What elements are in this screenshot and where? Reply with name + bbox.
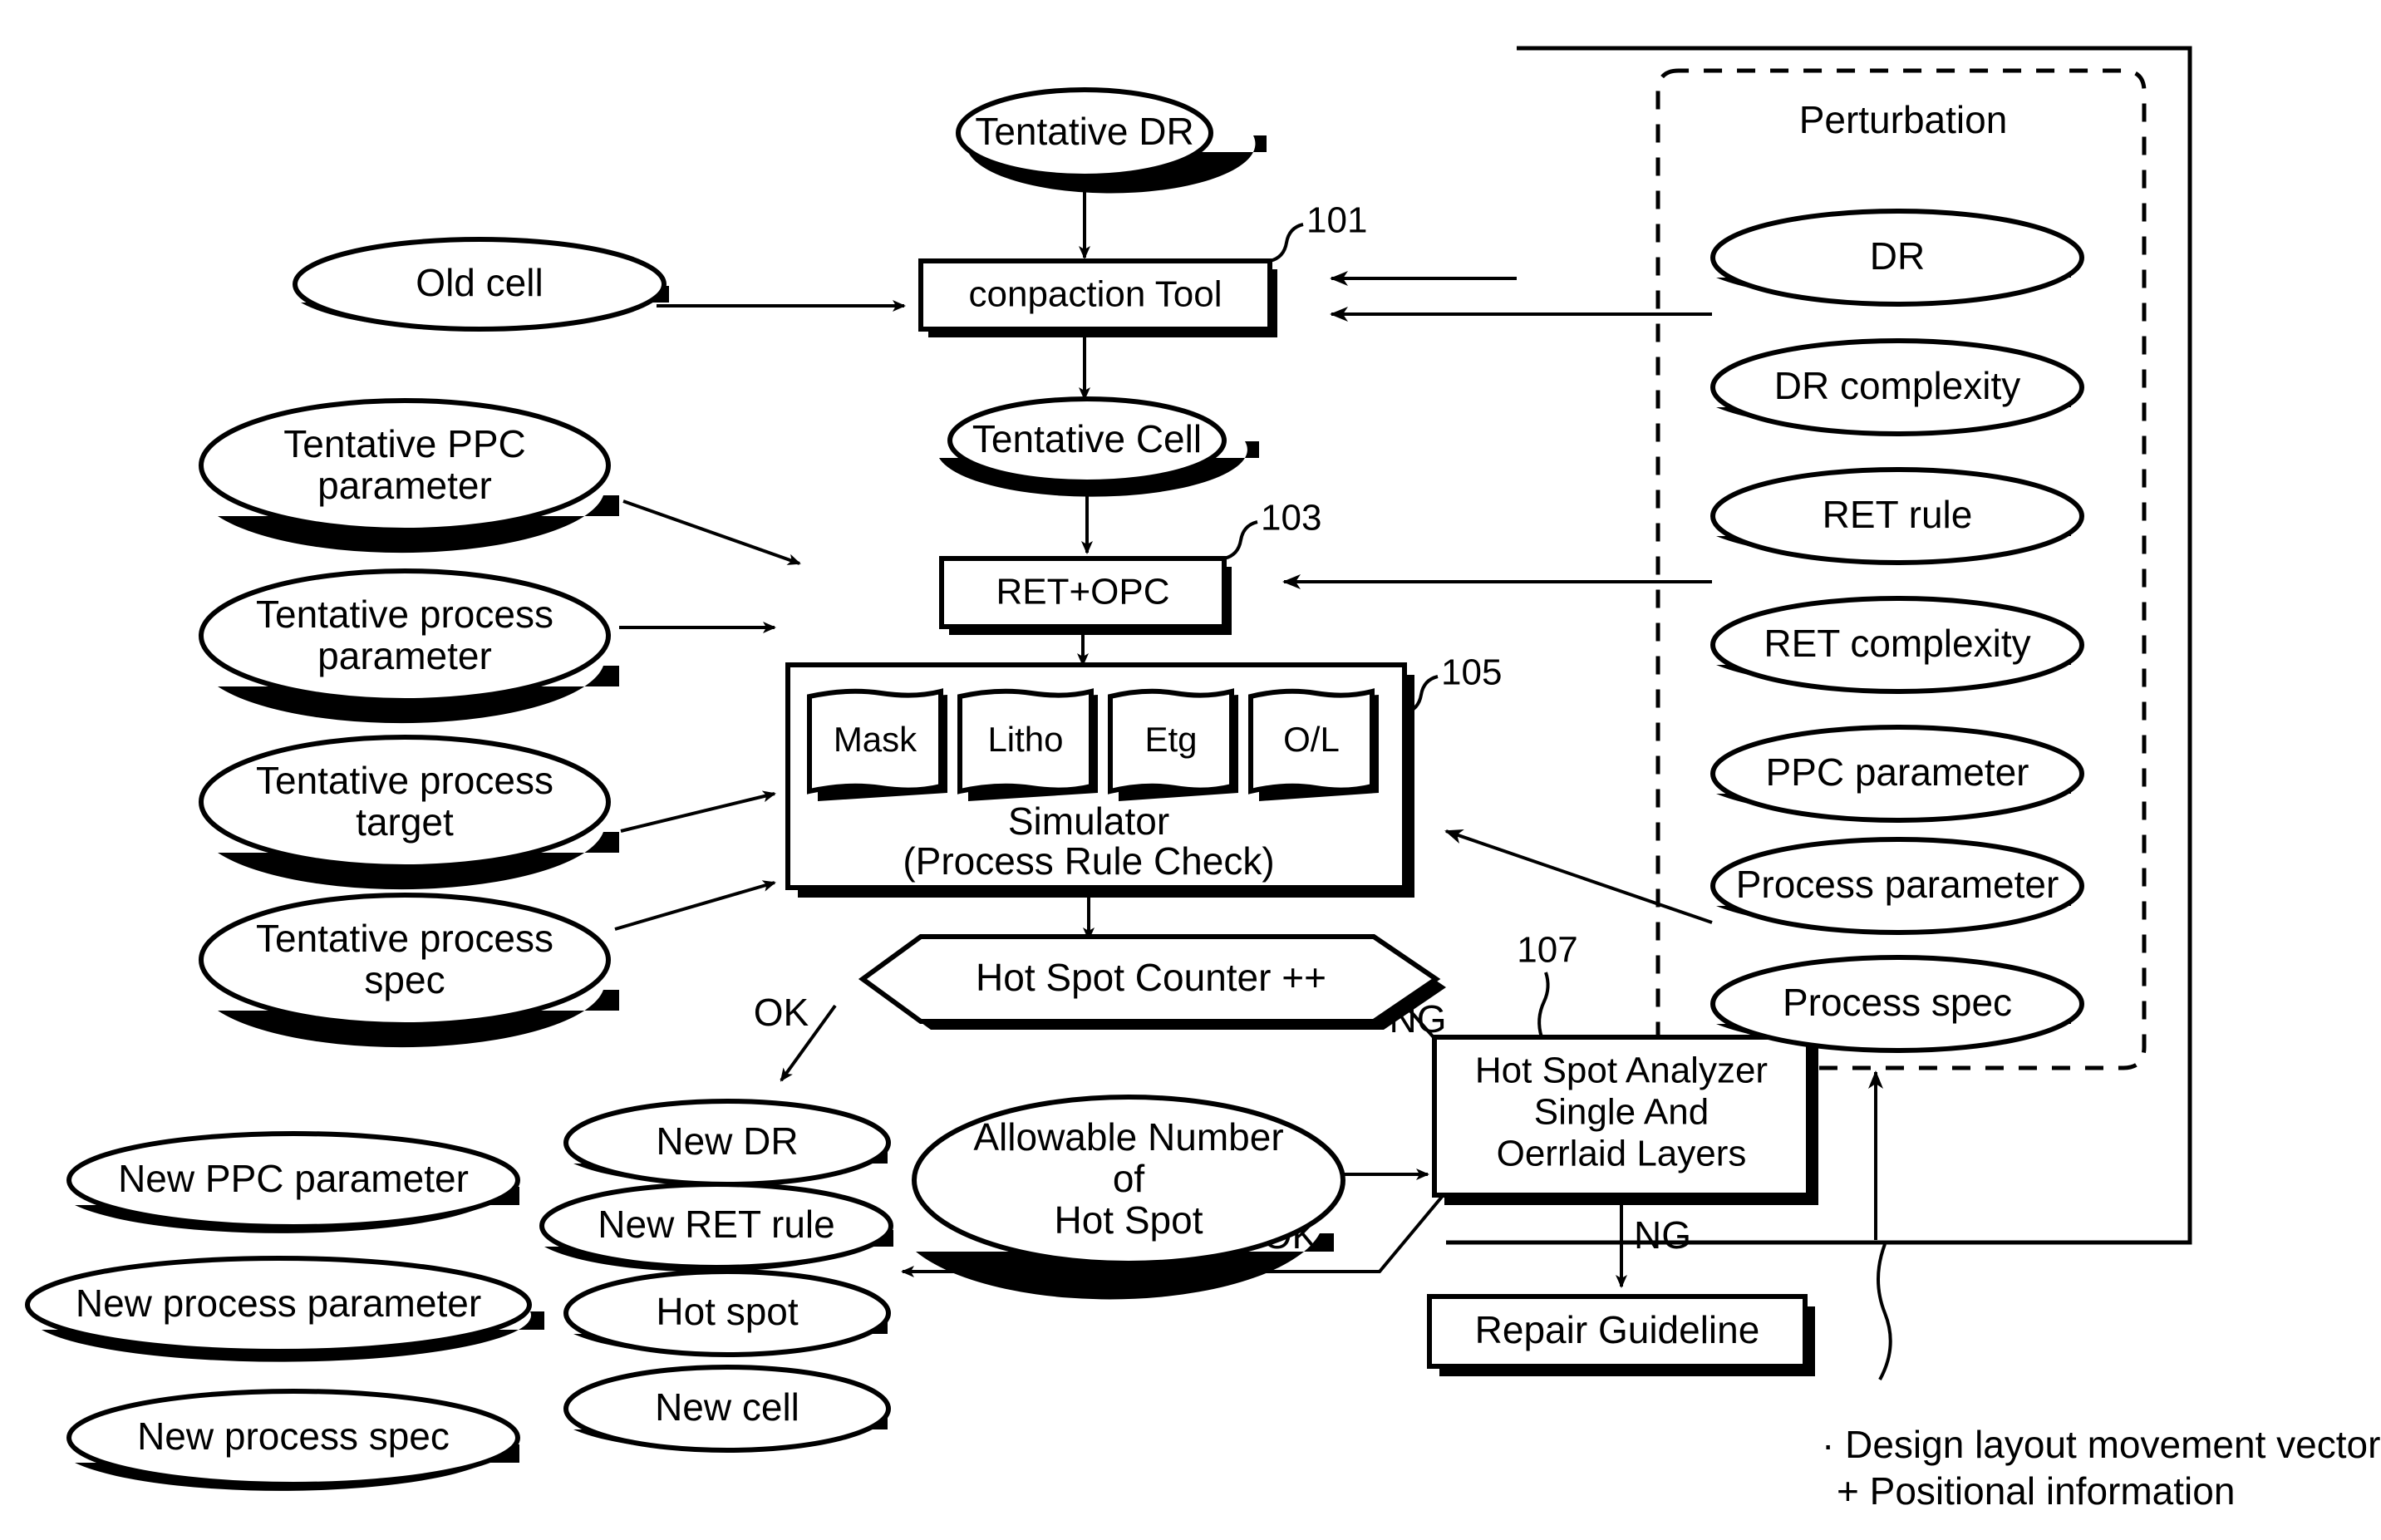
node-input-tentative-process-spec-label-1: Tentative process bbox=[256, 917, 553, 960]
node-allowable-number-label-1: Allowable Number bbox=[973, 1115, 1283, 1159]
node-input-tentative-ppc-label-1: Tentative PPC bbox=[283, 422, 525, 465]
node-allowable-number-label-2: of bbox=[1113, 1157, 1145, 1200]
node-tentative-cell-label: Tentative Cell bbox=[972, 417, 1202, 460]
node-input-tentative-process-parameter-label-2: parameter bbox=[317, 634, 492, 677]
perturbation-title: Perturbation bbox=[1799, 98, 2008, 141]
node-allowable-number-label-3: Hot Spot bbox=[1055, 1198, 1203, 1242]
simulator-tab-litho-label: Litho bbox=[987, 720, 1063, 759]
edge-label-counter-ok: OK bbox=[754, 991, 809, 1034]
ref-105: 105 bbox=[1441, 652, 1502, 693]
ref-107: 107 bbox=[1517, 930, 1577, 971]
node-simulator-label-1: Simulator bbox=[1008, 800, 1169, 843]
node-output-hot-spot-label: Hot spot bbox=[656, 1290, 799, 1333]
edge-processspec-to-simulator bbox=[614, 880, 776, 931]
node-perturbation-ret-complexity-label: RET complexity bbox=[1764, 622, 2030, 665]
leader-101 bbox=[1269, 223, 1304, 263]
ref-101: 101 bbox=[1306, 200, 1367, 241]
node-perturbation-ret-rule-label: RET rule bbox=[1823, 493, 1973, 536]
node-input-tentative-process-target-label-2: target bbox=[356, 800, 454, 844]
flowchart-svg: Perturbation Tentative DR conpaction Too… bbox=[25, 46, 2380, 1513]
node-repair-guideline-label: Repair Guideline bbox=[1475, 1308, 1760, 1351]
node-tentative-dr-label: Tentative DR bbox=[975, 110, 1193, 153]
node-input-tentative-process-spec-label-2: spec bbox=[364, 958, 445, 1001]
node-hot-spot-analyzer-label-3: Oerrlaid Layers bbox=[1497, 1134, 1747, 1174]
edge-processtarget-to-simulator bbox=[620, 790, 776, 833]
node-compaction-tool-label: conpaction Tool bbox=[969, 274, 1222, 315]
node-output-new-cell-label: New cell bbox=[655, 1385, 799, 1429]
edge-ppc-to-retopc bbox=[622, 499, 801, 565]
node-output-new-ppc-parameter-label: New PPC parameter bbox=[118, 1157, 469, 1200]
node-hot-spot-counter-label: Hot Spot Counter ++ bbox=[976, 956, 1326, 999]
simulator-tab-mask-label: Mask bbox=[834, 720, 917, 759]
node-simulator-label-2: (Process Rule Check) bbox=[903, 839, 1274, 883]
node-perturbation-process-parameter-label: Process parameter bbox=[1736, 863, 2059, 906]
node-output-new-process-parameter-label: New process parameter bbox=[76, 1282, 481, 1325]
edge-perturbation-to-simulator bbox=[1444, 829, 1713, 924]
leader-annotation bbox=[1877, 1243, 1892, 1380]
node-input-tentative-process-parameter-label-1: Tentative process bbox=[256, 593, 553, 636]
node-perturbation-dr-label: DR bbox=[1870, 234, 1925, 278]
simulator-tab-etg-label: Etg bbox=[1144, 720, 1197, 759]
node-ret-opc-label: RET+OPC bbox=[996, 572, 1169, 613]
node-perturbation-dr-complexity-label: DR complexity bbox=[1774, 364, 2021, 407]
simulator-tab-ol-label: O/L bbox=[1283, 720, 1340, 759]
node-hot-spot-analyzer-label-2: Single And bbox=[1534, 1092, 1709, 1133]
node-output-new-ret-rule-label: New RET rule bbox=[598, 1203, 834, 1246]
diagram-canvas: Perturbation Tentative DR conpaction Too… bbox=[0, 0, 2381, 1540]
node-input-old-cell-label: Old cell bbox=[416, 261, 543, 304]
node-output-new-process-spec-label: New process spec bbox=[137, 1415, 450, 1458]
node-hot-spot-analyzer-label-1: Hot Spot Analyzer bbox=[1475, 1050, 1768, 1091]
edge-label-analyzer-ng: NG bbox=[1634, 1213, 1691, 1257]
annotation-line-1: · Design layout movement vector bbox=[1822, 1423, 2380, 1466]
leader-103 bbox=[1223, 520, 1258, 560]
leader-107 bbox=[1537, 972, 1550, 1038]
node-perturbation-process-spec-label: Process spec bbox=[1783, 981, 2012, 1024]
annotation-line-2: + Positional information bbox=[1837, 1469, 2235, 1513]
node-input-tentative-process-target-label-1: Tentative process bbox=[256, 759, 553, 802]
ref-103: 103 bbox=[1261, 498, 1321, 539]
node-output-new-dr-label: New DR bbox=[656, 1119, 798, 1163]
node-perturbation-ppc-parameter-label: PPC parameter bbox=[1765, 750, 2029, 794]
node-input-tentative-ppc-label-2: parameter bbox=[317, 464, 492, 507]
